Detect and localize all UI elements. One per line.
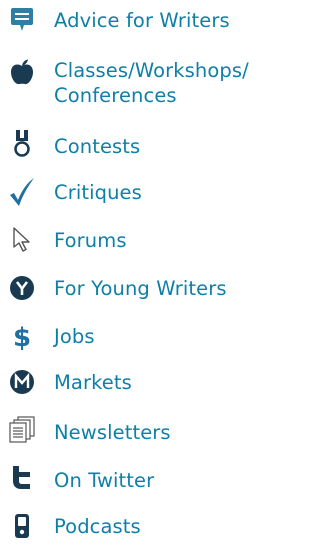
nav-item-newsletters[interactable]: Newsletters bbox=[0, 408, 283, 452]
svg-text:$: $ bbox=[13, 323, 31, 350]
checkmark-icon bbox=[6, 176, 38, 208]
nav-item-for-young-writers[interactable]: For Young Writers bbox=[0, 266, 283, 310]
resource-category-nav: Advice for Writers Classes/Workshops/ Co… bbox=[0, 0, 283, 539]
nav-item-label: Critiques bbox=[54, 181, 142, 204]
nav-item-markets[interactable]: Markets bbox=[0, 360, 283, 404]
audio-player-icon bbox=[6, 510, 38, 542]
apple-icon bbox=[6, 56, 38, 88]
nav-item-label: Newsletters bbox=[54, 421, 171, 444]
nav-item-label: Forums bbox=[54, 229, 127, 252]
nav-item-label: Contests bbox=[54, 135, 141, 158]
nav-item-label: Classes/Workshops/ Conferences bbox=[54, 59, 249, 107]
letter-y-circle-icon bbox=[6, 272, 38, 304]
nav-item-label: Advice for Writers bbox=[54, 9, 230, 32]
nav-item-podcasts[interactable]: Podcasts bbox=[0, 504, 283, 548]
nav-item-label: Podcasts bbox=[54, 515, 141, 538]
twitter-t-icon bbox=[6, 462, 38, 494]
nav-item-label: Markets bbox=[54, 371, 132, 394]
nav-item-classes-workshops-conferences[interactable]: Classes/Workshops/ Conferences bbox=[0, 50, 283, 116]
cursor-arrow-icon bbox=[6, 224, 38, 256]
nav-item-critiques[interactable]: Critiques bbox=[0, 170, 283, 214]
nav-item-forums[interactable]: Forums bbox=[0, 218, 283, 262]
dollar-icon: $ bbox=[6, 320, 38, 352]
speech-bubble-icon bbox=[6, 4, 38, 36]
nav-item-contests[interactable]: Contests bbox=[0, 124, 283, 168]
nav-item-label: On Twitter bbox=[54, 469, 155, 492]
newspaper-stack-icon bbox=[6, 414, 38, 446]
nav-item-jobs[interactable]: $ Jobs bbox=[0, 314, 283, 358]
letter-m-circle-icon bbox=[6, 366, 38, 398]
medal-icon bbox=[6, 128, 38, 160]
nav-item-on-twitter[interactable]: On Twitter bbox=[0, 456, 283, 500]
nav-item-label: For Young Writers bbox=[54, 277, 227, 300]
nav-item-advice-for-writers[interactable]: Advice for Writers bbox=[0, 0, 283, 44]
nav-item-label: Jobs bbox=[54, 325, 95, 348]
